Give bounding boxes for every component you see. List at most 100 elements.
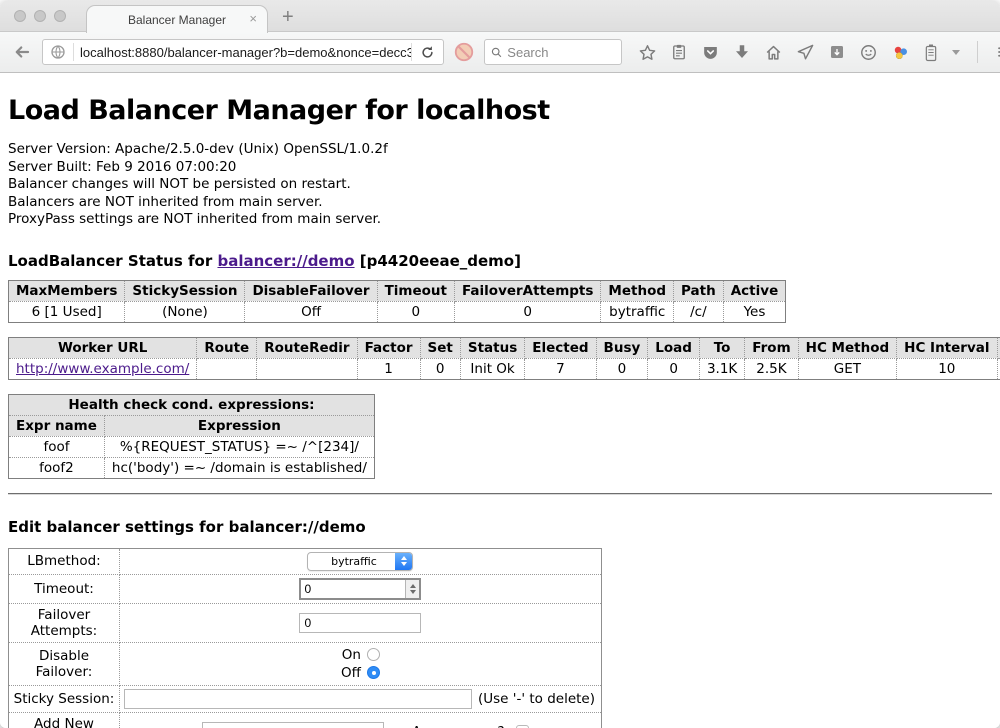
data-cell: 3.1K xyxy=(699,358,744,379)
globe-icon[interactable] xyxy=(43,44,73,60)
data-cell: Yes xyxy=(723,301,786,322)
navigation-toolbar: localhost:8880/balancer-manager?b=demo&n… xyxy=(0,32,1000,73)
header-cell: Factor xyxy=(357,337,420,358)
worker-table: Worker URL Route RouteRedir Factor Set S… xyxy=(8,337,1000,380)
server-built-line: Server Built: Feb 9 2016 07:00:20 xyxy=(8,159,992,177)
disable-failover-row: Disable Failover: On Off xyxy=(9,642,602,685)
search-input[interactable] xyxy=(507,45,615,60)
data-cell: Off xyxy=(245,301,377,322)
url-bar[interactable]: localhost:8880/balancer-manager?b=demo&n… xyxy=(42,39,444,65)
toolbar-separator xyxy=(977,41,978,63)
balancer-settings-form: LBmethod: bytraffic Timeout: xyxy=(8,548,602,728)
table-header-row: Worker URL Route RouteRedir Factor Set S… xyxy=(9,337,1000,358)
failover-attempts-label: Failover Attempts: xyxy=(9,603,120,642)
back-button[interactable] xyxy=(10,40,34,64)
feedback-smiley-icon[interactable] xyxy=(859,43,878,62)
sticky-session-input[interactable] xyxy=(124,689,472,709)
health-check-table: Health check cond. expressions: Expr nam… xyxy=(8,394,375,479)
number-spinner-icon[interactable] xyxy=(405,580,419,598)
tab-title: Balancer Manager xyxy=(128,13,226,27)
close-window-button[interactable] xyxy=(14,10,26,22)
tab-balancer-manager[interactable]: Balancer Manager × xyxy=(86,5,268,33)
table-header-row: Expr name Expression xyxy=(9,415,375,436)
header-cell: HC Method xyxy=(798,337,897,358)
failover-attempts-input[interactable] xyxy=(299,613,421,633)
failover-off-radio[interactable] xyxy=(367,666,380,679)
expression-cell: %{REQUEST_STATUS} =~ /^[234]/ xyxy=(104,436,374,457)
add-worker-label: Add New Worker: xyxy=(9,712,120,728)
content-blocked-icon[interactable] xyxy=(452,40,476,64)
save-page-icon[interactable] xyxy=(828,43,846,61)
browser-window: Balancer Manager × + localhost:8880/bala… xyxy=(0,0,1000,728)
status-heading-suffix: [p4420eeae_demo] xyxy=(360,252,521,270)
overflow-caret-icon[interactable] xyxy=(952,50,960,55)
minimize-window-button[interactable] xyxy=(34,10,46,22)
data-cell: Init Ok xyxy=(460,358,524,379)
data-cell: /c/ xyxy=(674,301,724,322)
page-content: Load Balancer Manager for localhost Serv… xyxy=(0,73,1000,728)
header-cell: Route xyxy=(197,337,257,358)
server-version-line: Server Version: Apache/2.5.0-dev (Unix) … xyxy=(8,141,992,159)
new-tab-button[interactable]: + xyxy=(282,6,294,29)
add-worker-input[interactable] xyxy=(202,722,384,728)
persist-notice-line: Balancer changes will NOT be persisted o… xyxy=(8,176,992,194)
header-cell: MaxMembers xyxy=(9,280,125,301)
lbmethod-row: LBmethod: bytraffic xyxy=(9,548,602,574)
table-row: foof %{REQUEST_STATUS} =~ /^[234]/ xyxy=(9,436,375,457)
header-cell: StickySession xyxy=(125,280,245,301)
add-worker-row: Add New Worker: Are you sure? xyxy=(9,712,602,728)
search-bar[interactable] xyxy=(484,39,622,65)
data-cell: (None) xyxy=(125,301,245,322)
table-header-row: Health check cond. expressions: xyxy=(9,394,375,415)
lbmethod-select[interactable]: bytraffic xyxy=(307,552,413,571)
failover-on-radio[interactable] xyxy=(367,648,380,661)
header-cell: Active xyxy=(723,280,786,301)
data-cell: 0 xyxy=(648,358,700,379)
data-cell: 0 xyxy=(455,301,601,322)
sticky-session-row: Sticky Session: (Use '-' to delete) xyxy=(9,685,602,712)
balancer-status-table: MaxMembers StickySession DisableFailover… xyxy=(8,280,786,323)
downloads-icon[interactable] xyxy=(733,43,751,61)
header-cell: HC Interval xyxy=(897,337,997,358)
data-cell: 6 [1 Used] xyxy=(9,301,125,322)
radio-off-label: Off xyxy=(341,665,361,681)
data-cell: 1 xyxy=(357,358,420,379)
home-icon[interactable] xyxy=(764,43,783,62)
section-divider xyxy=(8,493,992,495)
bookmark-star-icon[interactable] xyxy=(638,43,657,62)
search-icon xyxy=(491,46,502,59)
data-cell: 10 xyxy=(897,358,997,379)
data-cell: 0 xyxy=(420,358,460,379)
header-cell: Elected xyxy=(525,337,596,358)
timeout-input[interactable] xyxy=(301,580,405,598)
timeout-input-wrapper xyxy=(299,578,421,600)
header-cell: Worker URL xyxy=(9,337,197,358)
tab-close-icon[interactable]: × xyxy=(249,11,257,26)
battery-icon[interactable] xyxy=(923,43,939,62)
titlebar: Balancer Manager × + xyxy=(0,0,1000,32)
toolbar-icons xyxy=(638,41,1000,63)
data-cell xyxy=(197,358,257,379)
header-cell: Status xyxy=(460,337,524,358)
radio-on-label: On xyxy=(342,647,361,663)
header-cell: Method xyxy=(601,280,674,301)
table-row: 6 [1 Used] (None) Off 0 0 bytraffic /c/ … xyxy=(9,301,786,322)
send-tab-icon[interactable] xyxy=(796,43,815,62)
header-cell: Load xyxy=(648,337,700,358)
menu-hamburger-icon[interactable] xyxy=(995,43,1000,61)
worker-row: http://www.example.com/ 1 0 Init Ok 7 0 … xyxy=(9,358,1000,379)
url-text[interactable]: localhost:8880/balancer-manager?b=demo&n… xyxy=(74,45,411,60)
balancer-demo-link[interactable]: balancer://demo xyxy=(217,252,354,270)
data-cell: 2.5K xyxy=(745,358,798,379)
pocket-icon[interactable] xyxy=(701,43,720,62)
zoom-window-button[interactable] xyxy=(54,10,66,22)
header-cell: From xyxy=(745,337,798,358)
reading-list-icon[interactable] xyxy=(670,43,688,61)
sticky-session-label: Sticky Session: xyxy=(9,685,120,712)
header-cell: Timeout xyxy=(377,280,454,301)
worker-url-link[interactable]: http://www.example.com/ xyxy=(16,361,189,377)
color-palette-icon[interactable] xyxy=(891,43,910,62)
back-arrow-icon xyxy=(13,43,31,61)
timeout-label: Timeout: xyxy=(9,574,120,603)
reload-button[interactable] xyxy=(412,45,443,60)
